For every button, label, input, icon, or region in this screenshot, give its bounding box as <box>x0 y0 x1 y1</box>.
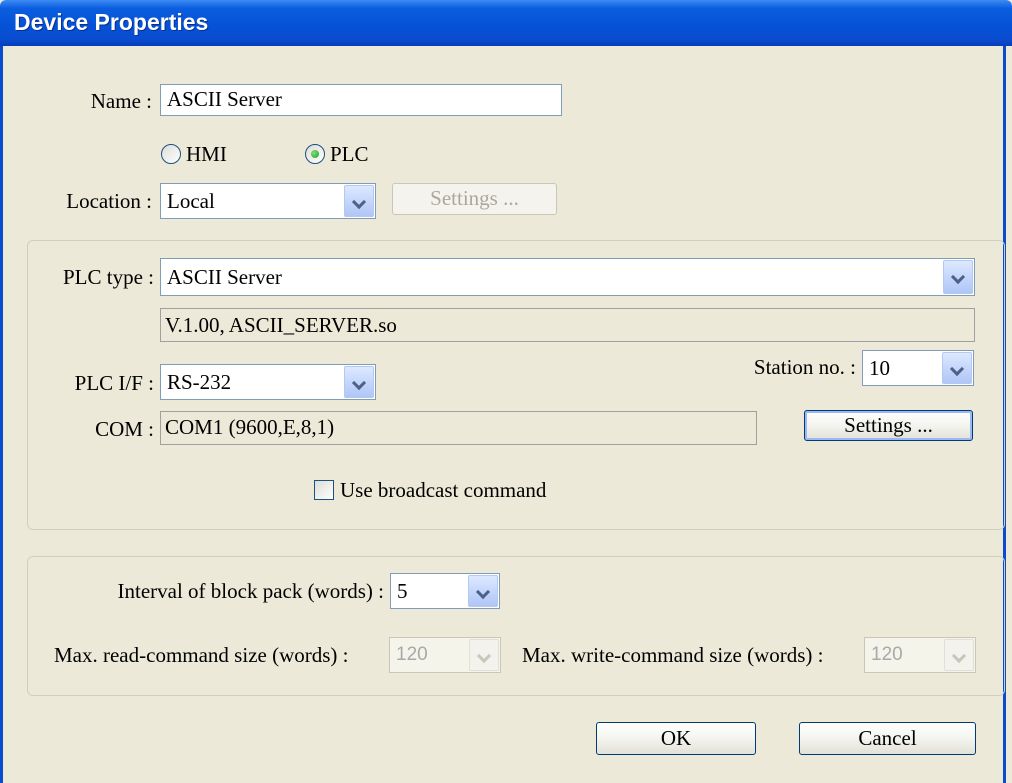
max-write-label: Max. write-command size (words) : <box>522 643 824 667</box>
station-no-select[interactable]: 10 <box>862 350 974 386</box>
chevron-down-icon[interactable] <box>344 185 374 217</box>
interval-label: Interval of block pack (words) : <box>117 579 385 603</box>
radio-plc[interactable]: PLC <box>305 141 405 167</box>
plc-type-value: ASCII Server <box>167 265 282 289</box>
max-write-select[interactable]: 120 <box>864 637 976 673</box>
name-input[interactable]: ASCII Server <box>160 84 562 116</box>
chevron-down-icon <box>944 639 974 671</box>
station-no-value: 10 <box>869 356 890 380</box>
location-label: Location : <box>66 189 152 213</box>
chevron-down-icon[interactable] <box>344 366 374 398</box>
com-label: COM : <box>95 417 154 441</box>
max-read-value: 120 <box>396 644 428 665</box>
location-settings-button[interactable]: Settings ... <box>392 183 557 215</box>
broadcast-checkbox-label: Use broadcast command <box>340 478 547 502</box>
plc-if-select[interactable]: RS-232 <box>160 364 376 400</box>
name-label: Name : <box>90 89 152 113</box>
cancel-button[interactable]: Cancel <box>799 722 976 755</box>
chevron-down-icon <box>469 639 499 671</box>
max-read-label: Max. read-command size (words) : <box>54 643 349 667</box>
interval-value: 5 <box>397 579 408 603</box>
plc-type-label: PLC type : <box>62 265 154 289</box>
ok-button[interactable]: OK <box>596 722 756 755</box>
radio-hmi-circle[interactable] <box>161 144 181 164</box>
com-settings-button[interactable]: Settings ... <box>804 410 973 441</box>
chevron-down-icon[interactable] <box>942 352 972 384</box>
location-select[interactable]: Local <box>160 183 376 219</box>
max-write-value: 120 <box>871 644 903 665</box>
radio-plc-label: PLC <box>330 142 369 166</box>
location-value: Local <box>167 189 215 213</box>
block-group <box>27 556 1005 696</box>
max-read-select[interactable]: 120 <box>389 637 501 673</box>
radio-hmi[interactable]: HMI <box>161 141 261 167</box>
chevron-down-icon[interactable] <box>468 575 498 607</box>
radio-plc-circle[interactable] <box>305 144 325 164</box>
broadcast-checkbox-box[interactable] <box>314 480 334 500</box>
radio-hmi-label: HMI <box>186 142 227 166</box>
plc-if-label: PLC I/F : <box>74 371 154 395</box>
plc-version-info: V.1.00, ASCII_SERVER.so <box>160 308 975 342</box>
chevron-down-icon[interactable] <box>943 260 973 294</box>
interval-select[interactable]: 5 <box>390 573 500 609</box>
window-title: Device Properties <box>14 9 209 35</box>
station-no-label: Station no. : <box>753 355 856 379</box>
plc-type-select[interactable]: ASCII Server <box>160 258 975 296</box>
title-bar[interactable]: Device Properties <box>0 0 1012 46</box>
com-value: COM1 (9600,E,8,1) <box>160 411 757 445</box>
broadcast-checkbox[interactable]: Use broadcast command <box>314 477 614 505</box>
plc-if-value: RS-232 <box>167 370 232 394</box>
